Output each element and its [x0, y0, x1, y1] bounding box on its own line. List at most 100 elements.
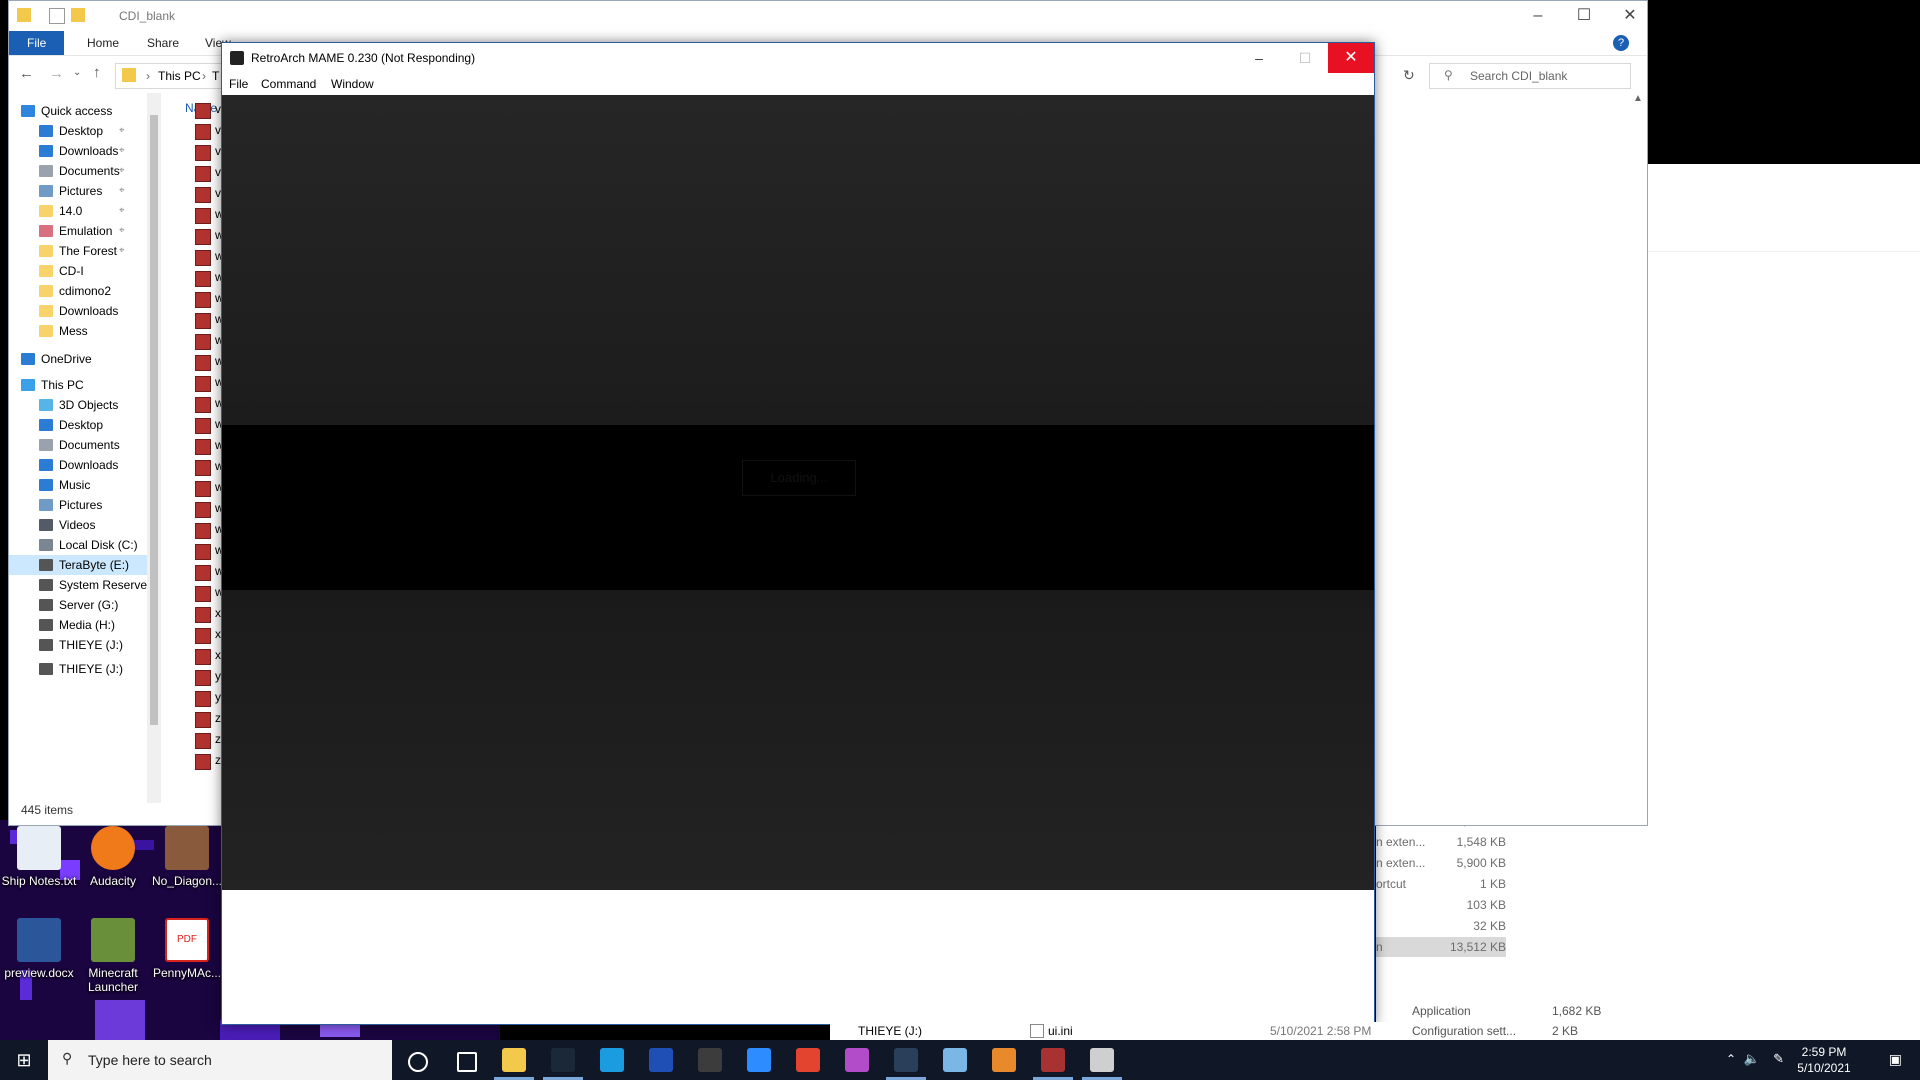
breadcrumb-this-pc[interactable]: This PC	[158, 69, 201, 83]
notification-icon[interactable]: ▣	[1889, 1051, 1902, 1068]
nav-item[interactable]: Downloads	[39, 301, 118, 321]
recent-chevron-icon[interactable]: ⌄	[73, 67, 81, 78]
up-arrow-icon[interactable]: ↑	[93, 64, 101, 81]
details-row[interactable]: n exten... 1,548 KB	[1376, 832, 1506, 852]
nav-item[interactable]: Server (G:)	[39, 595, 118, 615]
menu-command[interactable]: Command	[261, 77, 316, 91]
tab-home[interactable]: Home	[77, 31, 129, 55]
desktop-icon-no-diagon[interactable]: No_Diagon...	[148, 826, 226, 888]
paint-3d-icon[interactable]	[992, 1048, 1016, 1072]
steam-icon[interactable]	[551, 1048, 575, 1072]
nav-item[interactable]: The Forest ⌖	[39, 241, 125, 261]
nav-item[interactable]: Desktop ⌖	[39, 121, 125, 141]
retroarch-title-bar[interactable]: RetroArch MAME 0.230 (Not Responding) – …	[222, 43, 1374, 73]
pen-icon[interactable]: ✎	[1773, 1051, 1784, 1067]
fragment-file[interactable]: ui.ini	[1048, 1024, 1073, 1038]
nav-item[interactable]: TeraByte (E:)	[9, 555, 155, 575]
nav-item[interactable]: OneDrive	[21, 349, 92, 369]
maximize-button[interactable]: ☐	[1282, 43, 1328, 73]
retroarch-title: RetroArch MAME 0.230 (Not Responding)	[251, 51, 476, 65]
nav-item[interactable]: THIEYE (J:)	[39, 635, 123, 655]
nav-item[interactable]: Mess	[39, 321, 88, 341]
zoom-icon[interactable]	[747, 1048, 771, 1072]
nav-item[interactable]: Quick access	[21, 101, 112, 121]
details-row[interactable]: n 13,512 KB	[1376, 937, 1506, 957]
minimize-button[interactable]: –	[1515, 1, 1561, 31]
nav-item[interactable]: Videos	[39, 515, 95, 535]
documents-icon	[39, 165, 53, 177]
forward-arrow-icon[interactable]: →	[49, 65, 64, 82]
new-folder-icon[interactable]	[71, 8, 85, 22]
nav-item[interactable]: Downloads	[39, 455, 118, 475]
nav-item[interactable]: Pictures ⌖	[39, 181, 125, 201]
back-arrow-icon[interactable]: ←	[19, 65, 34, 82]
steam-icon[interactable]	[894, 1048, 918, 1072]
notepad-icon[interactable]	[943, 1048, 967, 1072]
desktop-icon-preview-docx[interactable]: preview.docx	[0, 918, 78, 980]
details-row[interactable]: ortcut 1 KB	[1376, 874, 1506, 894]
winrar-icon[interactable]	[1041, 1048, 1065, 1072]
audacity-icon[interactable]	[649, 1048, 673, 1072]
details-row[interactable]: 32 KB	[1376, 916, 1506, 936]
chrome-icon[interactable]	[796, 1048, 820, 1072]
minimize-button[interactable]: –	[1236, 43, 1282, 73]
nav-item[interactable]: Pictures	[39, 495, 102, 515]
scroll-up-icon[interactable]: ▲	[1633, 93, 1643, 104]
desktop-icon-pennymac[interactable]: PDF PennyMAc...	[148, 918, 226, 980]
menu-window[interactable]: Window	[331, 77, 374, 91]
task-view-icon[interactable]	[457, 1052, 477, 1072]
start-button[interactable]: ⊞	[0, 1040, 48, 1080]
affinity-designer-icon[interactable]	[600, 1048, 624, 1072]
retroarch-icon[interactable]	[1090, 1048, 1114, 1072]
details-row[interactable]: 103 KB	[1376, 895, 1506, 915]
winrar-archive-icon	[195, 397, 211, 413]
close-button[interactable]: ✕	[1607, 1, 1653, 31]
tab-file[interactable]: File	[9, 31, 65, 55]
properties-icon[interactable]	[49, 8, 65, 24]
nav-item[interactable]: This PC	[21, 375, 84, 395]
desktop-icon-ship-notes[interactable]: Ship Notes.txt	[0, 826, 78, 888]
volume-icon[interactable]: 🔈	[1744, 1051, 1760, 1067]
affinity-photo-icon[interactable]	[845, 1048, 869, 1072]
desktop-icon-audacity[interactable]: Audacity	[74, 826, 152, 888]
file-list-scrollbar[interactable]: ▲	[1631, 93, 1645, 803]
tray-chevron-icon[interactable]: ⌃	[1726, 1052, 1736, 1066]
cortana-icon[interactable]	[408, 1052, 428, 1072]
nav-item[interactable]: Documents	[39, 435, 120, 455]
help-icon[interactable]: ?	[1613, 35, 1629, 51]
clock[interactable]: 2:59 PM 5/10/2021	[1784, 1044, 1864, 1076]
obs-icon[interactable]	[698, 1048, 722, 1072]
nav-item[interactable]: THIEYE (J:)	[39, 659, 123, 679]
nav-item[interactable]: 14.0 ⌖	[39, 201, 125, 221]
nav-item-label: 3D Objects	[59, 398, 119, 412]
nav-item[interactable]: Music	[39, 475, 90, 495]
nav-item[interactable]: Emulation ⌖	[39, 221, 125, 241]
scrollbar-thumb[interactable]	[150, 115, 158, 725]
file-explorer-icon[interactable]	[502, 1048, 526, 1072]
tab-share[interactable]: Share	[137, 31, 189, 55]
nav-item[interactable]: 3D Objects	[39, 395, 118, 415]
breadcrumb-drive[interactable]: T	[212, 69, 219, 83]
taskbar-search-box[interactable]: ⚲ Type here to search	[48, 1040, 392, 1080]
search-input[interactable]: ⚲ Search CDI_blank	[1429, 63, 1631, 89]
pin-icon: ⌖	[119, 165, 125, 176]
nav-item[interactable]: Downloads ⌖	[39, 141, 125, 161]
menu-file[interactable]: File	[229, 77, 248, 91]
fragment-drive[interactable]: THIEYE (J:)	[858, 1024, 922, 1038]
nav-item[interactable]: cdimono2	[39, 281, 111, 301]
nav-item[interactable]: Media (H:)	[39, 615, 115, 635]
maximize-button[interactable]: ☐	[1561, 1, 1607, 31]
close-button[interactable]: ✕	[1328, 43, 1374, 73]
nav-item[interactable]: Documents ⌖	[39, 161, 125, 181]
details-row[interactable]: n exten... 5,900 KB	[1376, 853, 1506, 873]
winrar-archive-icon	[195, 187, 211, 203]
retroarch-viewport[interactable]: Loading...	[222, 95, 1374, 890]
refresh-icon[interactable]: ↻	[1403, 67, 1415, 84]
nav-item[interactable]: CD-I	[39, 261, 84, 281]
navigation-scrollbar[interactable]	[147, 93, 161, 803]
nav-item[interactable]: System Reserved	[39, 575, 154, 595]
file-type: ortcut	[1376, 877, 1407, 891]
nav-item[interactable]: Desktop	[39, 415, 103, 435]
nav-item[interactable]: Local Disk (C:)	[39, 535, 138, 555]
desktop-icon-minecraft[interactable]: Minecraft Launcher	[74, 918, 152, 994]
